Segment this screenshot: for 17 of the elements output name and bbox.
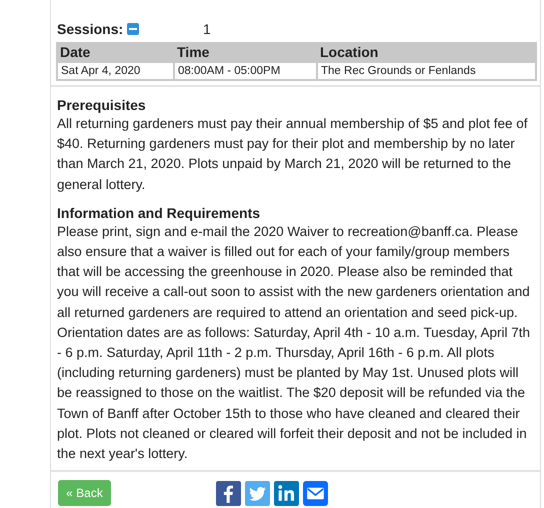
column-header: Location bbox=[317, 42, 536, 62]
sessions-label: Sessions: bbox=[57, 21, 124, 37]
table-cell: The Rec Grounds or Fenlands bbox=[317, 62, 536, 80]
email-icon[interactable] bbox=[303, 480, 328, 506]
section-heading: Information and Requirements bbox=[57, 204, 262, 222]
column-header: Time bbox=[174, 42, 317, 62]
sessions-count: 1 bbox=[203, 21, 211, 37]
back-button[interactable]: « Back bbox=[58, 480, 111, 506]
section-heading: Prerequisites bbox=[57, 96, 147, 114]
section-text: All returning gardeners must pay their annual membership of $5 and plot fee of $40. Returning gardeners must pay for their plot and membership by no later than March 21, 2020. Plots unpaid by March 21, 2020 will be returned to the general lottery. bbox=[57, 115, 529, 194]
section-text: Please print, sign and e-mail the 2020 Waiver to recreation@banff.ca. Please also ensure that a waiver is filled out for each of your family/group members that will be accessing the greenhouse in 2020. Please also be reminded that you will receive a call-out soon to assist with the new gardeners orientation and all returned gardeners are required to attend an orientation and seed pick-up. Orientation dates are as follows: Saturday, April 4th - 10 a.m. Tuesday, April 7th - 6 p.m. Saturday, April 11th - 2 p.m. Thursday, April 16th - 6 p.m. All plots (including returning gardeners) must be planted by May 1st. Unused plots will be reassigned to those on the waitlist. The $20 deposit will be refunded via the Town of Banff after October 15th to those who have cleaned and cleared their plot. Plots not cleaned or cleared will forfeit their deposit and not be included in the next year's lottery. bbox=[57, 222, 531, 464]
table-cell: 08:00AM - 05:00PM bbox=[174, 62, 317, 80]
facebook-icon[interactable] bbox=[216, 480, 241, 506]
table-cell: Sat Apr 4, 2020 bbox=[57, 62, 174, 80]
column-header: Date bbox=[57, 42, 174, 62]
linkedin-icon[interactable] bbox=[274, 480, 299, 506]
collapse-icon[interactable] bbox=[127, 23, 139, 35]
